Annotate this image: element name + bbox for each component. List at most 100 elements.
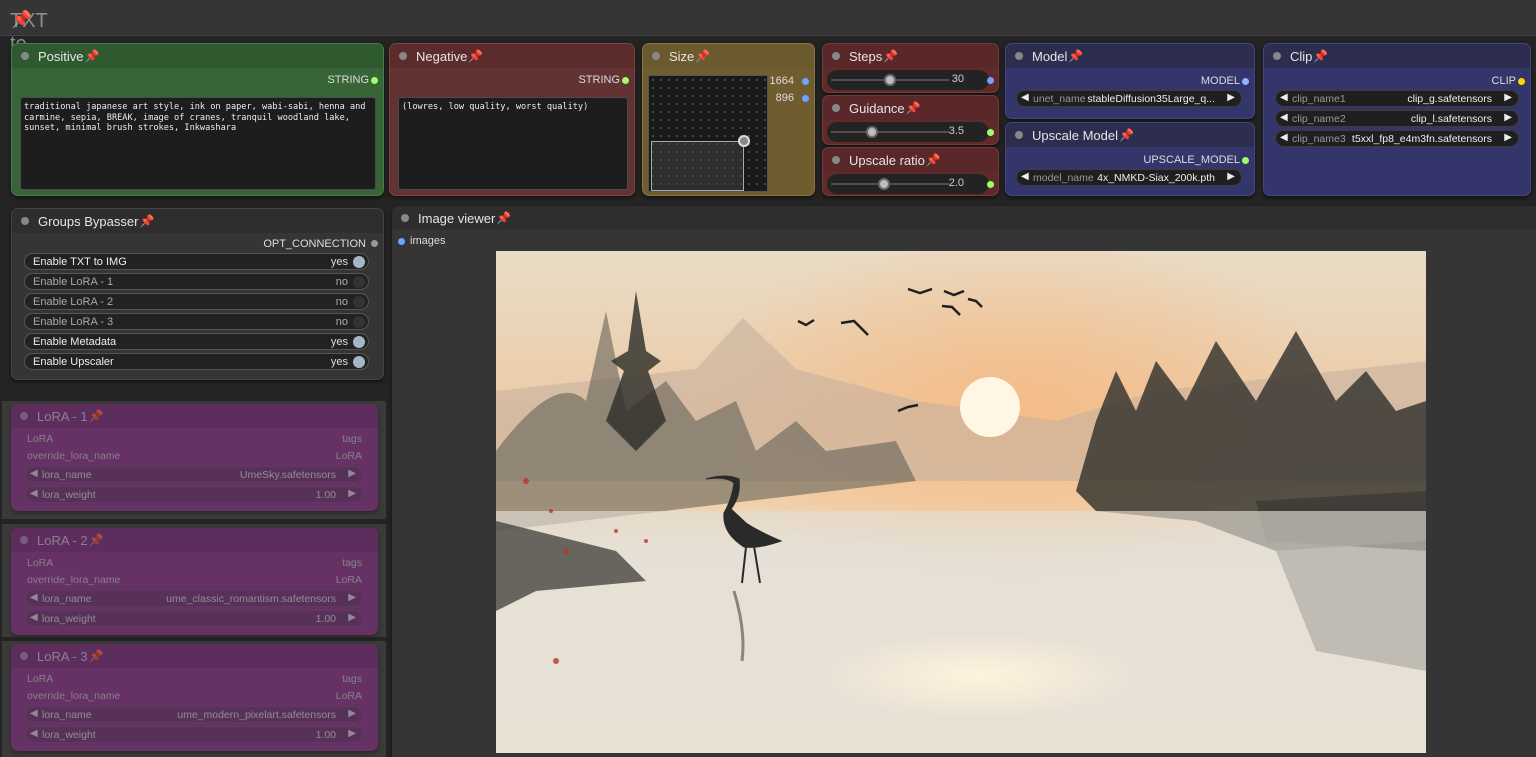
node-collapse-dot-icon[interactable]: [832, 104, 840, 112]
steps-slider[interactable]: 30: [827, 70, 989, 90]
guidance-slider[interactable]: 3.5: [827, 122, 989, 142]
positive-node-header[interactable]: Positive 📌: [12, 44, 383, 68]
image-viewer-node-header[interactable]: Image viewer 📌: [392, 206, 1536, 230]
clip-output-port[interactable]: [1518, 78, 1525, 85]
int-output-port[interactable]: [987, 77, 994, 84]
toggle-enable-lora-2[interactable]: Enable LoRA - 2 no: [24, 293, 369, 310]
toggle-knob[interactable]: [353, 316, 365, 328]
groups-bypasser-node-header[interactable]: Groups Bypasser 📌: [12, 209, 383, 233]
size-selection-rect[interactable]: [651, 141, 744, 191]
arrow-right-icon[interactable]: ▶: [1504, 92, 1512, 103]
arrow-right-icon[interactable]: ▶: [348, 708, 356, 719]
toggle-knob[interactable]: [353, 276, 365, 288]
guidance-node[interactable]: Guidance 📌 3.5: [822, 95, 999, 145]
slider-knob[interactable]: [866, 126, 879, 138]
arrow-left-icon[interactable]: ◀: [30, 708, 38, 719]
arrow-right-icon[interactable]: ▶: [1504, 132, 1512, 143]
float-output-port[interactable]: [987, 129, 994, 136]
model-node[interactable]: Model 📌 MODEL ◀ unet_name stableDiffusion…: [1005, 43, 1255, 119]
guidance-node-header[interactable]: Guidance 📌: [823, 96, 998, 120]
negative-node-header[interactable]: Negative 📌: [390, 44, 634, 68]
upscale-ratio-node-header[interactable]: Upscale ratio 📌: [823, 148, 998, 172]
lora-1-node-header[interactable]: LoRA - 1 📌: [11, 404, 378, 428]
arrow-left-icon[interactable]: ◀: [30, 468, 38, 479]
size-canvas[interactable]: [648, 75, 768, 192]
arrow-left-icon[interactable]: ◀: [30, 612, 38, 623]
string-output-port[interactable]: [371, 77, 378, 84]
toggle-knob[interactable]: [353, 296, 365, 308]
negative-prompt-textarea[interactable]: (lowres, low quality, worst quality): [398, 97, 628, 190]
toggle-knob[interactable]: [353, 356, 365, 368]
arrow-right-icon[interactable]: ▶: [1227, 92, 1235, 103]
toggle-enable-txt-to-img[interactable]: Enable TXT to IMG yes: [24, 253, 369, 270]
node-collapse-dot-icon[interactable]: [20, 652, 28, 660]
size-handle[interactable]: [738, 135, 750, 147]
unet-name-combo[interactable]: ◀ unet_name stableDiffusion35Large_q... …: [1016, 90, 1242, 107]
arrow-right-icon[interactable]: ▶: [348, 728, 356, 739]
node-collapse-dot-icon[interactable]: [1015, 131, 1023, 139]
opt-connection-port[interactable]: [371, 240, 378, 247]
size-node-header[interactable]: Size 📌: [643, 44, 814, 68]
lora-2-node-header[interactable]: LoRA - 2 📌: [11, 528, 378, 552]
upscale-model-node-header[interactable]: Upscale Model 📌: [1006, 123, 1254, 147]
arrow-right-icon[interactable]: ▶: [348, 592, 356, 603]
width-output-port[interactable]: [802, 78, 809, 85]
image-viewer-node[interactable]: Image viewer 📌 images: [392, 206, 1536, 757]
lora-name-combo[interactable]: ◀ lora_name ume_classic_romantism.safete…: [25, 590, 363, 607]
size-node[interactable]: Size 📌 1664 896: [642, 43, 815, 196]
model-output-port[interactable]: [1242, 78, 1249, 85]
toggle-enable-lora-3[interactable]: Enable LoRA - 3 no: [24, 313, 369, 330]
arrow-left-icon[interactable]: ◀: [30, 592, 38, 603]
node-collapse-dot-icon[interactable]: [399, 52, 407, 60]
lora-name-combo[interactable]: ◀ lora_name UmeSky.safetensors ▶: [25, 466, 363, 483]
steps-node-header[interactable]: Steps 📌: [823, 44, 998, 68]
model-name-combo[interactable]: ◀ model_name 4x_NMKD-Siax_200k.pth ▶: [1016, 169, 1242, 186]
node-collapse-dot-icon[interactable]: [652, 52, 660, 60]
node-collapse-dot-icon[interactable]: [20, 412, 28, 420]
arrow-left-icon[interactable]: ◀: [1280, 112, 1288, 123]
slider-knob[interactable]: [884, 74, 896, 86]
positive-prompt-textarea[interactable]: traditional japanese art style, ink on p…: [20, 97, 376, 190]
toggle-enable-lora-1[interactable]: Enable LoRA - 1 no: [24, 273, 369, 290]
steps-node[interactable]: Steps 📌 30: [822, 43, 999, 93]
height-output-port[interactable]: [802, 95, 809, 102]
clip-node[interactable]: Clip 📌 CLIP ◀ clip_name1 clip_g.safetenso…: [1263, 43, 1531, 196]
upscale-ratio-slider[interactable]: 2.0: [827, 174, 989, 194]
arrow-right-icon[interactable]: ▶: [1227, 171, 1235, 182]
generated-image[interactable]: [496, 251, 1426, 753]
node-collapse-dot-icon[interactable]: [832, 156, 840, 164]
clip-name3-combo[interactable]: ◀ clip_name3 t5xxl_fp8_e4m3fn.safetensor…: [1275, 130, 1519, 147]
lora-1-node[interactable]: LoRA - 1 📌 LoRA tags override_lora_name L…: [11, 404, 378, 511]
toggle-knob[interactable]: [353, 336, 365, 348]
node-collapse-dot-icon[interactable]: [832, 52, 840, 60]
arrow-left-icon[interactable]: ◀: [1021, 171, 1029, 182]
node-collapse-dot-icon[interactable]: [1015, 52, 1023, 60]
arrow-left-icon[interactable]: ◀: [30, 728, 38, 739]
arrow-right-icon[interactable]: ▶: [348, 612, 356, 623]
clip-node-header[interactable]: Clip 📌: [1264, 44, 1530, 68]
lora-weight-input[interactable]: ◀ lora_weight 1.00 ▶: [25, 610, 363, 627]
negative-node[interactable]: Negative 📌 STRING (lowres, low quality, w…: [389, 43, 635, 196]
arrow-left-icon[interactable]: ◀: [1280, 132, 1288, 143]
upscale-ratio-node[interactable]: Upscale ratio 📌 2.0: [822, 147, 999, 196]
node-collapse-dot-icon[interactable]: [21, 52, 29, 60]
arrow-right-icon[interactable]: ▶: [1504, 112, 1512, 123]
arrow-left-icon[interactable]: ◀: [30, 488, 38, 499]
model-node-header[interactable]: Model 📌: [1006, 44, 1254, 68]
node-collapse-dot-icon[interactable]: [1273, 52, 1281, 60]
string-output-port[interactable]: [622, 77, 629, 84]
lora-weight-input[interactable]: ◀ lora_weight 1.00 ▶: [25, 726, 363, 743]
group-title-bar[interactable]: TXT to IMG📌: [0, 0, 1536, 78]
clip-name1-combo[interactable]: ◀ clip_name1 clip_g.safetensors ▶: [1275, 90, 1519, 107]
upscale-model-output-port[interactable]: [1242, 157, 1249, 164]
arrow-left-icon[interactable]: ◀: [1280, 92, 1288, 103]
lora-name-combo[interactable]: ◀ lora_name ume_modern_pixelart.safetens…: [25, 706, 363, 723]
toggle-enable-upscaler[interactable]: Enable Upscaler yes: [24, 353, 369, 370]
float-output-port[interactable]: [987, 181, 994, 188]
node-collapse-dot-icon[interactable]: [20, 536, 28, 544]
clip-name2-combo[interactable]: ◀ clip_name2 clip_l.safetensors ▶: [1275, 110, 1519, 127]
lora-3-node-header[interactable]: LoRA - 3 📌: [11, 644, 378, 668]
images-input-port[interactable]: [398, 238, 405, 245]
arrow-right-icon[interactable]: ▶: [348, 468, 356, 479]
toggle-knob[interactable]: [353, 256, 365, 268]
